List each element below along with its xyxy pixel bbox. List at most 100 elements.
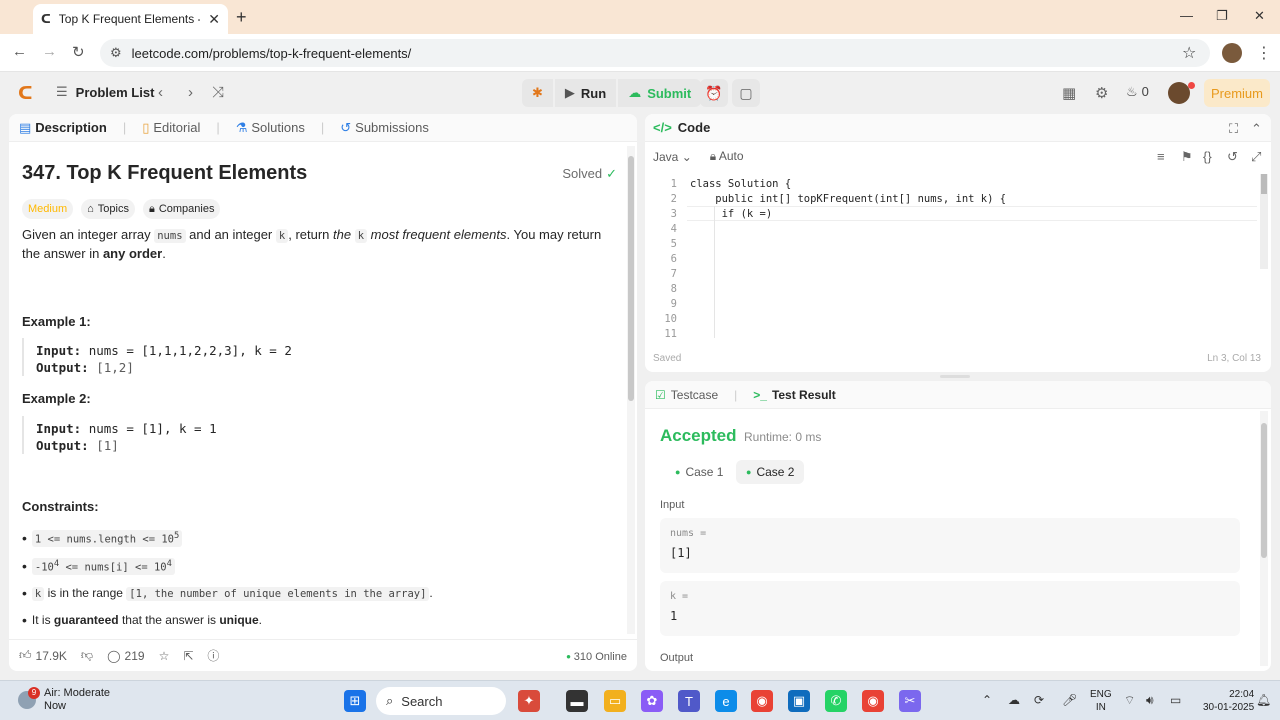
problem-description: Given an integer array nums and an integ… [22,227,602,261]
microphone-icon[interactable]: 🎤︎ [1062,693,1077,707]
streak-counter[interactable]: ♨ 0 [1126,84,1149,100]
panel-resize-handle[interactable] [940,375,970,378]
scrollbar-thumb[interactable] [628,156,634,401]
braces-icon[interactable]: {} [1203,149,1212,164]
current-line-highlight [687,206,1257,221]
leetcode-logo-icon[interactable]: ᑕ [18,83,36,103]
fullscreen-icon[interactable]: ⛶ [1229,121,1238,137]
teams-icon[interactable]: T [678,690,700,712]
close-window-icon[interactable]: ✕ [1254,8,1265,24]
browser-menu-icon[interactable]: ⋮ [1256,43,1272,63]
debug-button[interactable]: ✱ [522,79,553,107]
notes-button[interactable]: ▢ [732,79,760,107]
case-1-button[interactable]: ● Case 1 [665,460,733,484]
like-button[interactable]: 👍︎ 17.9K [19,648,67,663]
code-editor[interactable]: 1 2 3 4 5 6 7 8 9 10 11 class Solution {… [645,174,1271,340]
language-select[interactable]: Java ⌄ [653,150,692,164]
timer-button[interactable]: ⏰ [700,79,728,107]
description-scrollbar[interactable] [627,146,635,634]
collapse-icon[interactable]: ⌃ [1251,121,1262,137]
minimize-icon[interactable]: — [1180,8,1193,23]
run-button[interactable]: ▶ Run [554,79,617,107]
tab-editorial[interactable]: ▯ Editorial [142,120,200,136]
line-number: 1 [670,178,677,190]
site-info-icon[interactable]: ⚙ [110,45,122,61]
tray-chevron-icon[interactable]: ⌃ [982,693,992,707]
runtime: Runtime: 0 ms [744,430,822,444]
maximize-icon[interactable]: ❐ [1216,8,1228,24]
tab-test-result[interactable]: >_ Test Result [753,388,835,402]
battery-icon[interactable]: ▭ [1170,693,1181,707]
test-scrollbar[interactable] [1260,411,1268,666]
terminal-app-icon[interactable]: ▬ [566,690,588,712]
user-avatar[interactable] [1168,82,1190,104]
close-tab-icon[interactable]: ✕ [208,11,220,28]
problem-list-button[interactable]: ☰ Problem List [56,84,154,100]
auto-mode[interactable]: 🔒︎ Auto [710,149,744,164]
bookmark-star-icon[interactable]: ☆ [1182,43,1196,63]
difficulty-badge[interactable]: Medium [22,199,74,219]
tab-divider: | [216,120,220,135]
gift-icon[interactable]: ✦ [518,690,540,712]
tab-solutions[interactable]: ⚗ Solutions [236,120,305,136]
forward-icon[interactable]: → [42,43,57,60]
new-tab-icon[interactable]: + [236,7,247,28]
scrollbar-thumb[interactable] [1261,423,1267,558]
copilot-icon[interactable]: ✿ [641,690,663,712]
url-field[interactable]: ⚙ leetcode.com/problems/top-k-frequent-e… [100,39,1210,67]
wifi-icon[interactable]: ⌔ [1124,693,1135,708]
terminal-icon: >_ [753,387,767,402]
chrome-active-icon[interactable]: ◉ [862,690,884,712]
reload-icon[interactable]: ↻ [72,43,85,61]
notification-icon[interactable]: 🔔︎ [1256,693,1271,707]
submit-button[interactable]: ☁ Submit [618,79,702,107]
store-icon[interactable]: ▣ [788,690,810,712]
code-icon: </> [653,120,672,135]
editor-scrollbar[interactable] [1260,174,1268,269]
star-icon: ☆ [158,648,170,663]
layout-icon[interactable]: ▦ [1062,84,1076,102]
whatsapp-icon[interactable]: ✆ [825,690,847,712]
settings-gear-icon[interactable]: ⚙ [1095,84,1108,102]
taskbar-search[interactable]: ⌕ Search [376,687,506,715]
windows-start-icon[interactable]: ⊞ [344,690,366,712]
snipping-tool-icon[interactable]: ✂ [899,690,921,712]
companies-tag[interactable]: 🔒︎ Companies [142,199,221,219]
back-icon[interactable]: ← [12,43,27,60]
dislike-button[interactable]: 👎︎ [81,648,93,663]
favorite-button[interactable]: ☆ [159,649,170,663]
input-var-value: 1 [670,609,678,623]
sync-icon[interactable]: ⟳ [1034,693,1044,707]
tab-testcase[interactable]: ☑ Testcase [655,388,718,402]
constraints-heading: Constraints: [22,499,99,514]
file-explorer-icon[interactable]: ▭ [604,690,626,712]
comments-button[interactable]: ◯ 219 [107,649,144,663]
reset-icon[interactable]: ↺ [1227,149,1238,165]
scrollbar-thumb[interactable] [1261,174,1267,194]
example-1-bar [22,338,24,376]
edge-icon[interactable]: e [715,690,737,712]
browser-tab[interactable]: ᑕ Top K Frequent Elements - Leet ✕ [33,4,228,34]
expand-icon[interactable]: ⤢ [1251,149,1261,165]
onedrive-icon[interactable]: ☁ [1008,693,1020,707]
share-button[interactable]: ⇱ [183,649,193,663]
premium-button[interactable]: Premium [1204,79,1270,107]
tab-description[interactable]: ▤ Description [19,120,107,136]
notification-dot [1188,82,1195,89]
system-clock[interactable]: 22:04 30-01-2025 [1203,688,1254,714]
format-icon[interactable]: ≡ [1157,149,1165,164]
browser-profile-avatar[interactable] [1222,43,1242,63]
weather-widget[interactable]: 9 Air: Moderate Now [18,687,110,713]
language-indicator[interactable]: ENG IN [1090,688,1112,714]
tab-submissions[interactable]: ↺ Submissions [340,120,429,136]
bookmark-icon[interactable]: ⚑ [1181,149,1193,165]
topics-tag[interactable]: ⌂ Topics [81,199,135,219]
prev-problem-icon[interactable]: ‹ [158,84,163,101]
volume-icon[interactable]: 🔊︎ [1146,693,1154,708]
pass-dot-icon: ● [746,467,752,477]
case-2-button[interactable]: ● Case 2 [736,460,805,484]
chrome-icon[interactable]: ◉ [751,690,773,712]
shuffle-icon[interactable]: ⤨ [212,84,224,101]
next-problem-icon[interactable]: › [188,84,193,101]
help-button[interactable]: ⓘ [207,647,219,664]
